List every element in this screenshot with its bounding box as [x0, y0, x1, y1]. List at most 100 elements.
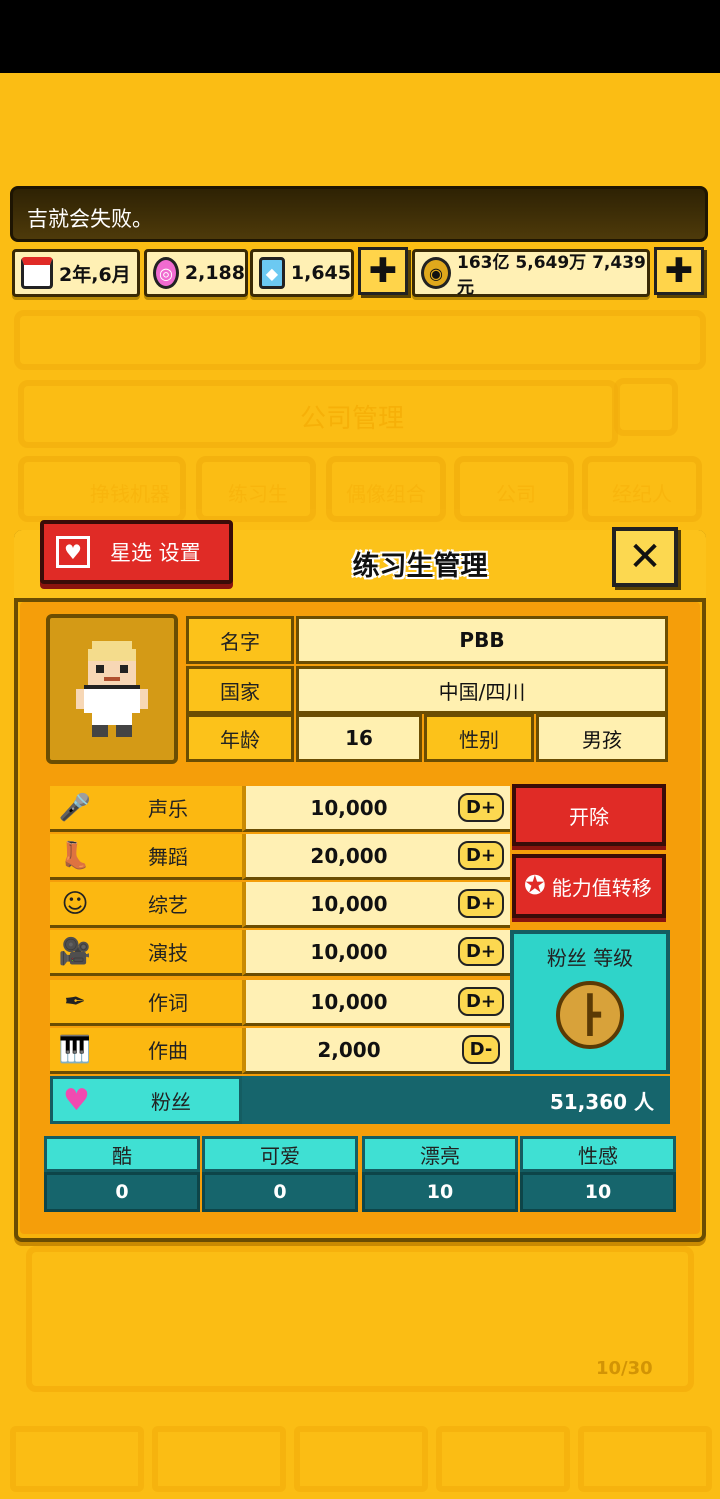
- fan-level-badge-icon: ┣: [556, 981, 624, 1049]
- money-display: ◉ 163亿 5,649万 7,439元: [412, 249, 650, 298]
- stat-grade: D+: [457, 793, 505, 822]
- stat-row-acting: 🎥 演技 10,000 D+: [50, 930, 510, 976]
- stat-row-variety: ☺ 综艺 10,000 D+: [50, 882, 510, 928]
- stat-value: 2,000: [242, 1028, 452, 1074]
- fan-level-label: 粉丝 等级: [546, 946, 634, 970]
- bg-tab-2[interactable]: 练习生: [196, 456, 316, 522]
- fan-level-panel: 粉丝 等级 ┣: [510, 930, 670, 1074]
- date-display: 2年,6月: [12, 249, 140, 297]
- trait-value: 0: [44, 1172, 200, 1212]
- stat-value: 10,000: [242, 882, 452, 928]
- status-bar: [0, 0, 720, 73]
- bg-tab-1-label: 挣钱机器: [90, 482, 170, 506]
- stat-row-dance: 👢 舞蹈 20,000 D+: [50, 834, 510, 880]
- trait-value: 10: [520, 1172, 676, 1212]
- bg-tab-4-label: 公司: [496, 482, 536, 506]
- pen-icon: ✒: [64, 986, 86, 1017]
- gender-value: 男孩: [536, 714, 668, 762]
- stat-value: 20,000: [242, 834, 452, 880]
- trait-value: 10: [362, 1172, 518, 1212]
- trainee-avatar: [46, 614, 178, 764]
- age-label: 年龄: [186, 714, 294, 762]
- stat-name: 舞蹈: [148, 845, 188, 869]
- bg-list-area: [26, 1246, 694, 1392]
- name-value: PBB: [296, 616, 668, 664]
- bg-bottom-tab-4[interactable]: [436, 1426, 570, 1492]
- coin-icon: ◉: [421, 257, 451, 289]
- add-diamonds-button[interactable]: ✚: [358, 247, 408, 295]
- stat-value: 10,000: [242, 930, 452, 976]
- microphone-icon: 🎤: [58, 792, 92, 823]
- add-money-button[interactable]: ✚: [654, 247, 704, 295]
- fire-button[interactable]: 开除: [512, 784, 666, 846]
- close-button[interactable]: ✕: [612, 527, 678, 587]
- fans-label: 粉丝: [151, 1089, 191, 1114]
- bg-tab-5[interactable]: 经纪人: [582, 456, 702, 522]
- stat-grade: D+: [457, 841, 505, 870]
- country-label: 国家: [186, 666, 294, 714]
- stat-row-compose: 🎹 作曲 2,000 D-: [50, 1028, 510, 1074]
- bg-tab-3[interactable]: 偶像组合: [326, 456, 446, 522]
- stat-grade: D+: [457, 987, 505, 1016]
- bg-bottom-tab-2[interactable]: [152, 1426, 286, 1492]
- bg-tab-3-label: 偶像组合: [346, 482, 426, 506]
- fans-row: ♥ 粉丝 51,360 人: [50, 1076, 670, 1124]
- stat-name: 作词: [148, 991, 188, 1015]
- diamond-icon: ◆: [259, 257, 285, 289]
- bg-bottom-tab-3[interactable]: [294, 1426, 428, 1492]
- trait-name: 可爱: [202, 1136, 358, 1172]
- gem-display: ◎ 2,188: [144, 249, 248, 297]
- diamond-value: 1,645: [290, 262, 351, 284]
- stat-grade: D+: [457, 889, 505, 918]
- bg-tab-2-label: 练习生: [228, 482, 288, 506]
- diamond-display: ◆ 1,645: [250, 249, 354, 297]
- gem-icon: ◎: [153, 257, 179, 289]
- piano-icon: 🎹: [58, 1034, 92, 1065]
- star-select-settings-label: 星选 设置: [110, 541, 201, 565]
- heart-icon: ♥: [56, 536, 90, 568]
- stat-value: 10,000: [242, 786, 452, 832]
- transfer-ability-label: 能力值转移: [551, 875, 652, 900]
- trait-cute: 可爱 0: [202, 1136, 358, 1212]
- bg-bottom-tab-5[interactable]: [578, 1426, 712, 1492]
- name-label: 名字: [186, 616, 294, 664]
- bg-bottom-tab-1[interactable]: [10, 1426, 144, 1492]
- bg-trainee-count: 10/30: [596, 1358, 653, 1379]
- calendar-icon: [21, 257, 53, 289]
- fans-value: 51,360 人: [242, 1076, 670, 1124]
- stat-name: 声乐: [148, 797, 188, 821]
- star-select-settings-button[interactable]: ♥ 星选 设置: [40, 520, 233, 584]
- bg-tab-5-label: 经纪人: [612, 482, 672, 506]
- date-value: 2年,6月: [59, 263, 131, 286]
- boot-icon: 👢: [58, 840, 92, 871]
- trait-sexy: 性感 10: [520, 1136, 676, 1212]
- bg-close-button[interactable]: [614, 378, 678, 436]
- stat-name: 综艺: [148, 893, 188, 917]
- trait-pretty: 漂亮 10: [362, 1136, 518, 1212]
- trait-cool: 酷 0: [44, 1136, 200, 1212]
- transfer-ability-button[interactable]: ✪ 能力值转移: [512, 854, 666, 918]
- pink-heart-icon: ♥: [63, 1082, 90, 1118]
- stat-grade: D+: [457, 937, 505, 966]
- panel-title: 练习生管理: [352, 551, 488, 582]
- stat-name: 演技: [148, 941, 188, 965]
- stat-grade: D-: [461, 1035, 501, 1064]
- stat-name: 作曲: [148, 1039, 188, 1063]
- stat-row-vocal: 🎤 声乐 10,000 D+: [50, 786, 510, 832]
- heart-face-icon: ☺: [61, 888, 89, 919]
- star-icon: ✪: [524, 871, 546, 901]
- trait-name: 性感: [520, 1136, 676, 1172]
- bg-banner: [14, 310, 706, 370]
- trait-value: 0: [202, 1172, 358, 1212]
- trait-name: 漂亮: [362, 1136, 518, 1172]
- camera-icon: 🎥: [58, 936, 92, 967]
- bg-tab-4[interactable]: 公司: [454, 456, 574, 522]
- country-value: 中国/四川: [296, 666, 668, 714]
- trainee-sprite-icon: [76, 641, 148, 737]
- stat-row-lyrics: ✒ 作词 10,000 D+: [50, 980, 510, 1026]
- trait-name: 酷: [44, 1136, 200, 1172]
- bg-tab-1[interactable]: 挣钱机器: [18, 456, 186, 522]
- news-ticker: 吉就会失败。: [10, 186, 708, 242]
- gem-value: 2,188: [184, 262, 245, 284]
- age-value: 16: [296, 714, 422, 762]
